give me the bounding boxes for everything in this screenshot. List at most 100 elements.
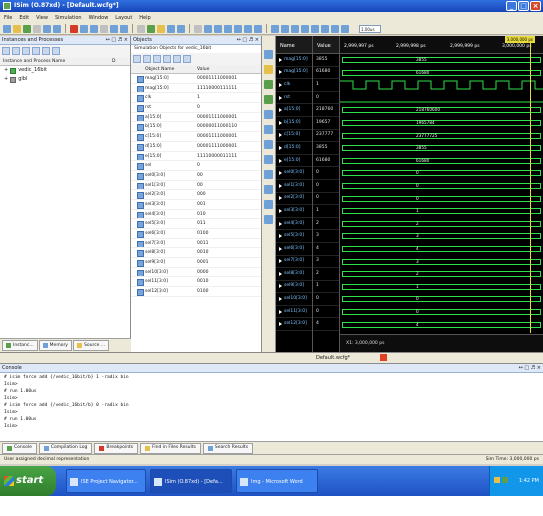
tab-memory[interactable]: Memory: [38, 340, 72, 351]
object-row[interactable]: sel6[3:0] 0100: [131, 229, 261, 239]
wave-signal-row[interactable]: sel5[3:0]: [276, 230, 312, 243]
object-row[interactable]: d[15:0] 00001111000001: [131, 142, 261, 152]
maximize-button[interactable]: □: [518, 1, 529, 11]
expand-arrow-icon[interactable]: [279, 322, 282, 327]
wave-tool-icon[interactable]: [264, 65, 273, 74]
object-row[interactable]: sel0[3:0] 00: [131, 171, 261, 181]
bus-waveform[interactable]: 4: [340, 319, 543, 332]
wave-tool-icon[interactable]: [264, 185, 273, 194]
object-row[interactable]: c[15:0] 00001111000001: [131, 132, 261, 142]
bus-waveform[interactable]: 218760600: [340, 104, 543, 117]
panel-controls[interactable]: ↔ □ ♬ ×: [237, 36, 259, 45]
wave-signal-row[interactable]: d[15:0]: [276, 142, 312, 155]
expand-arrow-icon[interactable]: [279, 108, 282, 113]
network-icon[interactable]: [494, 477, 500, 483]
expand-arrow-icon[interactable]: [279, 284, 282, 289]
variable-filter-icon[interactable]: [183, 55, 191, 63]
expand-arrow-icon[interactable]: [279, 57, 282, 62]
toolbar-tool-icon[interactable]: [120, 24, 128, 33]
object-row[interactable]: sel9[3:0] 0001: [131, 258, 261, 268]
cursor-time-tag[interactable]: 3,000,000 ps: [504, 36, 535, 43]
expand-arrow-icon[interactable]: [279, 259, 282, 264]
toolbar-tool-icon[interactable]: [204, 24, 212, 33]
menu-simulation[interactable]: Simulation: [55, 15, 82, 21]
toolbar-tool-icon[interactable]: [137, 24, 145, 33]
bus-waveform[interactable]: 0: [340, 293, 543, 306]
wave-file-tab[interactable]: Default.wcfg*: [276, 352, 543, 363]
menu-help[interactable]: Help: [139, 15, 150, 21]
expand-arrow-icon[interactable]: [279, 171, 282, 176]
expand-arrow-icon[interactable]: [279, 82, 282, 87]
toolbar-tool-icon[interactable]: [301, 24, 309, 33]
expand-arrow-icon[interactable]: [279, 234, 282, 239]
wave-signal-row[interactable]: sel8[3:0]: [276, 268, 312, 281]
toolbar-tool-icon[interactable]: [291, 24, 299, 33]
object-row[interactable]: sel7[3:0] 0011: [131, 239, 261, 249]
bus-waveform[interactable]: 1: [340, 205, 543, 218]
toolbar-tool-icon[interactable]: [53, 24, 61, 33]
wave-signal-row[interactable]: sel0[3:0]: [276, 167, 312, 180]
object-row[interactable]: sel11[3:0] 0010: [131, 277, 261, 288]
wave-signal-row[interactable]: sel6[3:0]: [276, 243, 312, 256]
bus-waveform[interactable]: 2: [340, 218, 543, 231]
wave-signal-row[interactable]: c[15:0]: [276, 130, 312, 143]
toolbar-tool-icon[interactable]: [254, 24, 262, 33]
minimize-button[interactable]: _: [506, 1, 517, 11]
close-button[interactable]: ×: [530, 1, 541, 11]
tab-source[interactable]: Source ...: [72, 340, 110, 351]
bit-waveform[interactable]: [340, 92, 543, 105]
object-row[interactable]: sel8[3:0] 0010: [131, 248, 261, 259]
object-row[interactable]: b[15:0] 00000011000110: [131, 122, 261, 133]
tab-breakpoints[interactable]: Breakpoints: [94, 442, 139, 454]
object-row[interactable]: clk 1: [131, 93, 261, 104]
object-value-column[interactable]: Value: [193, 65, 209, 73]
tab-search-results[interactable]: Search Results: [202, 442, 254, 454]
toolbar-tool-icon[interactable]: [23, 24, 31, 33]
object-row[interactable]: sel5[3:0] 011: [131, 219, 261, 229]
tab-find-in-files-results[interactable]: Find in Files Results: [140, 442, 201, 454]
expand-icon[interactable]: [2, 47, 10, 55]
object-row[interactable]: e[15:0] 11110000011111: [131, 152, 261, 162]
taskbar-item-ise[interactable]: ISE Project Navigator...: [66, 469, 146, 493]
toolbar-tool-icon[interactable]: [244, 24, 252, 33]
object-row[interactable]: sel10[3:0] 0000: [131, 268, 261, 278]
bus-waveform[interactable]: 4: [340, 243, 543, 256]
wave-plot-area[interactable]: 3,000,000 ps 2,999,997 ps 2,999,998 ps 2,9…: [340, 36, 543, 352]
expand-arrow-icon[interactable]: [279, 158, 282, 163]
bus-waveform[interactable]: 3855: [340, 142, 543, 155]
object-row[interactable]: sel4[3:0] 010: [131, 210, 261, 220]
design-unit-column[interactable]: D: [112, 57, 115, 65]
wave-signal-row[interactable]: sel12[3:0]: [276, 318, 312, 332]
sort-icon[interactable]: [32, 47, 40, 55]
toolbar-tool-icon[interactable]: [110, 24, 118, 33]
expand-arrow-icon[interactable]: [279, 309, 282, 314]
panel-controls[interactable]: ↔ □ ♬ ×: [519, 364, 541, 373]
wave-signal-row[interactable]: mag[15:0]: [276, 54, 312, 67]
expand-arrow-icon[interactable]: [279, 246, 282, 251]
toolbar-tool-icon[interactable]: [341, 24, 349, 33]
menu-file[interactable]: File: [4, 15, 12, 21]
wave-tool-icon[interactable]: [264, 170, 273, 179]
toolbar-tool-icon[interactable]: [3, 24, 11, 33]
wave-signal-row[interactable]: sel10[3:0]: [276, 293, 312, 306]
bus-waveform[interactable]: 61680: [340, 155, 543, 168]
tree-item-vedic-16bit[interactable]: + vedic_16bit: [0, 66, 130, 75]
tree-item-glbl[interactable]: + glbl: [0, 75, 130, 84]
object-row[interactable]: mag[15:0] 00001111000001: [131, 74, 261, 84]
bus-waveform[interactable]: 61680: [340, 67, 543, 80]
toolbar-tool-icon[interactable]: [157, 24, 165, 33]
time-cursor[interactable]: [530, 43, 531, 333]
tab-instances[interactable]: Instanc...: [2, 340, 38, 351]
toolbar-tool-icon[interactable]: [33, 24, 41, 33]
object-row[interactable]: sel3[3:0] 001: [131, 200, 261, 210]
expand-toggle-icon[interactable]: +: [4, 75, 8, 84]
toolbar-tool-icon[interactable]: [147, 24, 155, 33]
object-name-column[interactable]: Object Name: [131, 65, 193, 73]
filter-icon[interactable]: [22, 47, 30, 55]
wave-signal-row[interactable]: clk: [276, 79, 312, 92]
object-row[interactable]: sel 0: [131, 161, 261, 171]
wave-tool-icon[interactable]: [264, 125, 273, 134]
toolbar-tool-icon[interactable]: [100, 24, 108, 33]
menu-layout[interactable]: Layout: [115, 15, 132, 21]
expand-arrow-icon[interactable]: [279, 133, 282, 138]
